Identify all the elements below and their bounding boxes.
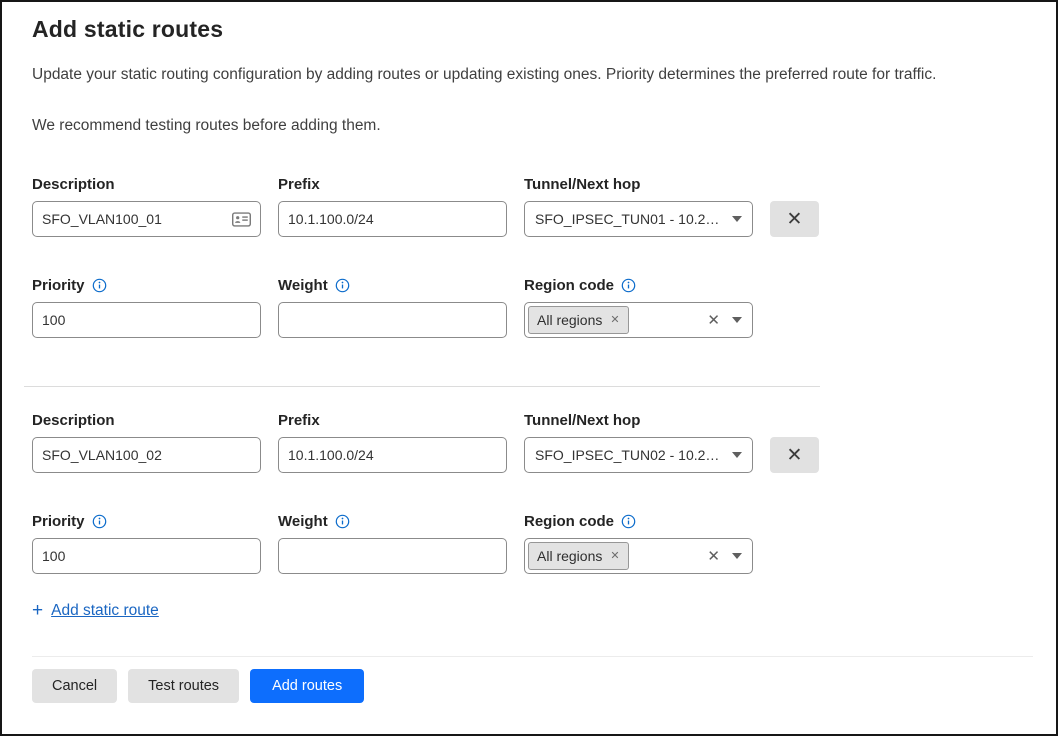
add-static-route-link[interactable]: + Add static route bbox=[32, 601, 159, 620]
page-title: Add static routes bbox=[32, 16, 1026, 43]
priority-input-wrapper bbox=[32, 538, 261, 574]
route1-labels-row1: Description Prefix Tunnel/Next hop bbox=[32, 175, 1026, 194]
remove-route-button[interactable]: ✕ bbox=[770, 201, 819, 237]
route-divider bbox=[24, 386, 820, 387]
route2-labels-row1: Description Prefix Tunnel/Next hop bbox=[32, 411, 1026, 430]
remove-route-button[interactable]: ✕ bbox=[770, 437, 819, 473]
region-code-label: Region code bbox=[524, 276, 753, 295]
info-icon[interactable] bbox=[621, 514, 636, 529]
priority-label: Priority bbox=[32, 512, 261, 531]
dialog-recommendation: We recommend testing routes before addin… bbox=[32, 116, 1026, 136]
region-tag: All regions ✕ bbox=[528, 306, 629, 334]
priority-label: Priority bbox=[32, 276, 261, 295]
tunnel-next-hop-label: Tunnel/Next hop bbox=[524, 175, 753, 194]
weight-input-wrapper bbox=[278, 302, 507, 338]
footer-actions: Cancel Test routes Add routes bbox=[32, 669, 1026, 703]
info-icon[interactable] bbox=[621, 278, 636, 293]
footer-divider bbox=[32, 656, 1033, 657]
route1-fields-row1: SFO_IPSEC_TUN01 - 10.25... ✕ bbox=[32, 201, 1026, 237]
route1-labels-row2: Priority Weight Region code bbox=[32, 276, 1026, 295]
test-routes-button[interactable]: Test routes bbox=[128, 669, 239, 703]
clear-selection-icon[interactable]: ✕ bbox=[707, 313, 720, 328]
description-label: Description bbox=[32, 411, 261, 430]
region-code-combobox[interactable]: All regions ✕ ✕ bbox=[524, 538, 753, 574]
region-code-combobox[interactable]: All regions ✕ ✕ bbox=[524, 302, 753, 338]
remove-tag-icon[interactable]: ✕ bbox=[610, 315, 619, 326]
prefix-input-wrapper bbox=[278, 201, 507, 237]
route2-fields-row2: All regions ✕ ✕ bbox=[32, 538, 1026, 574]
weight-input[interactable] bbox=[288, 539, 497, 573]
description-input[interactable] bbox=[42, 202, 226, 236]
remove-tag-icon[interactable]: ✕ bbox=[610, 551, 619, 562]
info-icon[interactable] bbox=[92, 278, 107, 293]
tunnel-next-hop-dropdown[interactable]: SFO_IPSEC_TUN01 - 10.25... bbox=[524, 201, 753, 237]
priority-input[interactable] bbox=[42, 303, 251, 337]
prefix-input[interactable] bbox=[288, 202, 497, 236]
region-tag: All regions ✕ bbox=[528, 542, 629, 570]
prefix-input-wrapper bbox=[278, 437, 507, 473]
cancel-button[interactable]: Cancel bbox=[32, 669, 117, 703]
description-input-wrapper bbox=[32, 437, 261, 473]
tunnel-selected-value: SFO_IPSEC_TUN02 - 10.25... bbox=[535, 447, 724, 463]
info-icon[interactable] bbox=[335, 278, 350, 293]
region-tag-label: All regions bbox=[537, 548, 602, 564]
weight-label: Weight bbox=[278, 512, 507, 531]
route2-fields-row1: SFO_IPSEC_TUN02 - 10.25... ✕ bbox=[32, 437, 1026, 473]
clear-selection-icon[interactable]: ✕ bbox=[707, 549, 720, 564]
prefix-label: Prefix bbox=[278, 175, 507, 194]
description-input-wrapper bbox=[32, 201, 261, 237]
add-routes-button[interactable]: Add routes bbox=[250, 669, 364, 703]
priority-input[interactable] bbox=[42, 539, 251, 573]
chevron-down-icon bbox=[732, 317, 742, 323]
tunnel-selected-value: SFO_IPSEC_TUN01 - 10.25... bbox=[535, 211, 724, 227]
dialog-description: Update your static routing configuration… bbox=[32, 65, 1026, 85]
tunnel-next-hop-label: Tunnel/Next hop bbox=[524, 411, 753, 430]
chevron-down-icon bbox=[732, 452, 742, 458]
description-input[interactable] bbox=[42, 438, 251, 472]
route1-fields-row2: All regions ✕ ✕ bbox=[32, 302, 1026, 338]
region-code-label: Region code bbox=[524, 512, 753, 531]
chevron-down-icon bbox=[732, 216, 742, 222]
add-static-routes-dialog: Add static routes Update your static rou… bbox=[0, 0, 1058, 736]
tunnel-next-hop-dropdown[interactable]: SFO_IPSEC_TUN02 - 10.25... bbox=[524, 437, 753, 473]
contact-card-autofill-icon[interactable] bbox=[232, 212, 251, 227]
route2-labels-row2: Priority Weight Region code bbox=[32, 512, 1026, 531]
info-icon[interactable] bbox=[335, 514, 350, 529]
prefix-input[interactable] bbox=[288, 438, 497, 472]
weight-input-wrapper bbox=[278, 538, 507, 574]
description-label: Description bbox=[32, 175, 261, 194]
region-tag-label: All regions bbox=[537, 312, 602, 328]
prefix-label: Prefix bbox=[278, 411, 507, 430]
chevron-down-icon bbox=[732, 553, 742, 559]
weight-input[interactable] bbox=[288, 303, 497, 337]
weight-label: Weight bbox=[278, 276, 507, 295]
plus-icon: + bbox=[32, 601, 43, 620]
add-static-route-link-text[interactable]: Add static route bbox=[51, 602, 159, 620]
info-icon[interactable] bbox=[92, 514, 107, 529]
priority-input-wrapper bbox=[32, 302, 261, 338]
